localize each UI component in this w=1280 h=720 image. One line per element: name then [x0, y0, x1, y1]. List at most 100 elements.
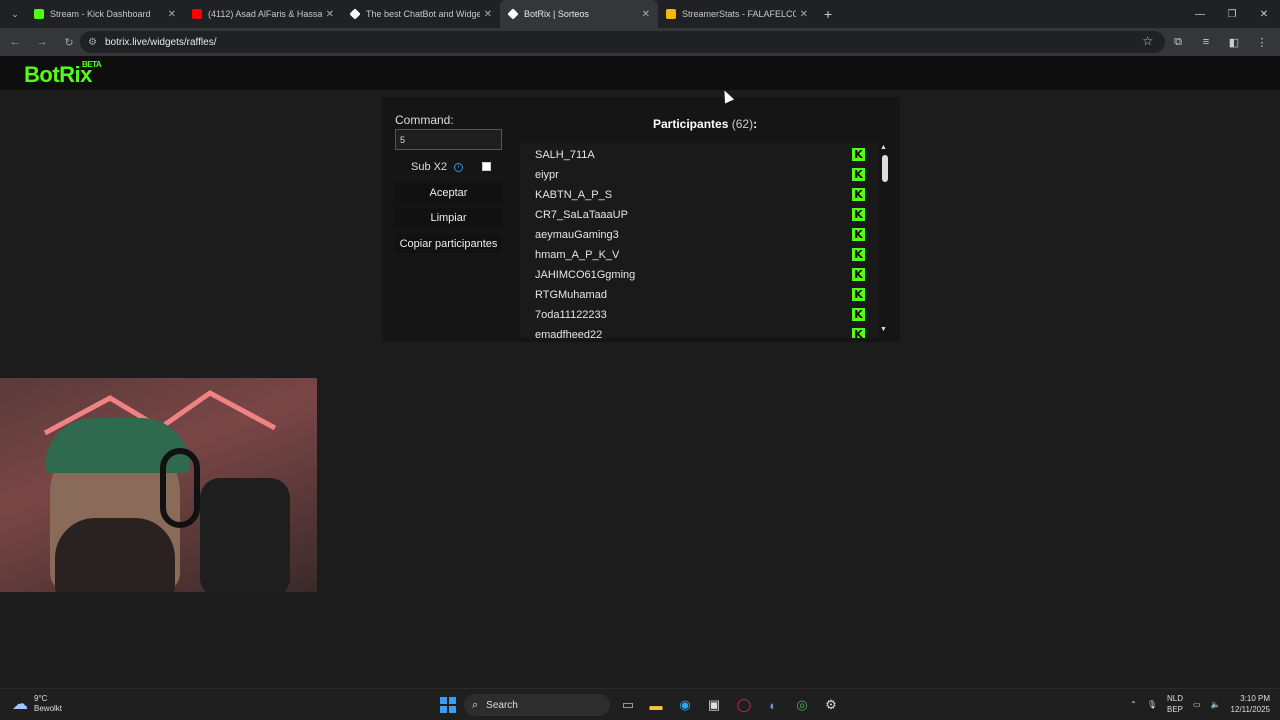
weather-desc: Bewolkt	[34, 704, 63, 713]
tab-botrix-raffles[interactable]: BotRix | Sorteos ✕	[500, 0, 658, 28]
windows-taskbar: ☁ 9°C Bewolkt ⌕ Search ▭ ▬ ◉ ▣ ◯ ◐ ◎ ⚙ ⌃…	[0, 688, 1280, 720]
participant-name: eiypr	[535, 169, 559, 181]
kick-platform-icon: K	[852, 208, 865, 221]
botrix-favicon-icon	[349, 8, 361, 20]
minimize-icon[interactable]: —	[1184, 0, 1216, 28]
new-tab-plus-icon[interactable]: +	[824, 6, 832, 22]
participants-title-suffix: :	[753, 117, 758, 131]
url-text[interactable]: botrix.live/widgets/raffles/	[105, 37, 217, 48]
menu-kebab-icon[interactable]: ⋮	[1250, 30, 1274, 54]
scrollbar-thumb[interactable]	[882, 155, 888, 182]
microsoft-store-icon[interactable]: ▣	[705, 696, 723, 714]
kick-platform-icon: K	[852, 248, 865, 261]
lang-bottom: BEP	[1167, 705, 1184, 714]
close-tab-icon[interactable]: ✕	[326, 9, 334, 20]
raffle-panel: Command: Sub X2 i Aceptar Limpiar Copiar…	[382, 97, 900, 342]
media-controls-icon[interactable]: ≡	[1194, 30, 1218, 54]
close-tab-icon[interactable]: ✕	[800, 9, 808, 20]
participant-name: hmam_A_P_K_V	[535, 249, 620, 261]
profile-icon[interactable]: ◧	[1222, 30, 1246, 54]
list-item[interactable]: eiypr K	[535, 165, 865, 185]
file-explorer-icon[interactable]: ▬	[647, 696, 665, 714]
gaming-chair	[200, 478, 290, 592]
discord-icon[interactable]: ◐	[764, 696, 782, 714]
network-icon[interactable]: ▭	[1193, 700, 1201, 709]
close-window-icon[interactable]: ✕	[1248, 0, 1280, 28]
streamerstats-favicon-icon	[666, 9, 676, 19]
sub-x2-option: Sub X2 i	[411, 161, 464, 173]
windows-start-icon[interactable]	[440, 697, 456, 713]
tab-search-icon[interactable]: ⌄	[4, 3, 26, 25]
chrome-icon[interactable]: ◎	[793, 696, 811, 714]
chevron-up-icon[interactable]: ⌃	[1130, 700, 1137, 709]
list-item[interactable]: hmam_A_P_K_V K	[535, 245, 865, 265]
task-view-icon[interactable]: ▭	[619, 696, 637, 714]
kick-favicon-icon	[34, 9, 44, 19]
clock-date: 12/11/2025	[1230, 705, 1270, 714]
list-item[interactable]: KABTN_A_P_S K	[535, 185, 865, 205]
list-item[interactable]: RTGMuhamad K	[535, 285, 865, 305]
site-info-icon[interactable]: ⚙	[88, 37, 97, 48]
info-icon[interactable]: i	[454, 162, 464, 172]
url-omnibox[interactable]: ⚙ botrix.live/widgets/raffles/ ☆	[80, 31, 1165, 53]
tab-kick-dashboard[interactable]: Stream - Kick Dashboard ✕	[26, 0, 184, 28]
tab-botrix-home[interactable]: The best ChatBot and Widgets ✕	[342, 0, 500, 28]
command-label: Command:	[395, 113, 454, 127]
taskbar-search[interactable]: ⌕ Search	[464, 694, 610, 716]
reload-icon[interactable]: ↻	[57, 30, 81, 54]
scroll-down-arrow-icon[interactable]: ▼	[880, 326, 887, 333]
weather-widget[interactable]: ☁ 9°C Bewolkt	[12, 694, 62, 714]
tab-streamerstats[interactable]: StreamerStats - FALAFELCO Pro ✕	[658, 0, 816, 28]
microphone-icon[interactable]: 🎙	[1147, 700, 1157, 709]
clock[interactable]: 3:10 PM 12/11/2025	[1231, 693, 1270, 715]
bookmark-star-icon[interactable]: ☆	[1142, 34, 1153, 48]
forward-arrow-icon[interactable]: →	[30, 30, 54, 54]
cloud-icon: ☁	[12, 696, 28, 713]
copy-participants-button[interactable]: Copiar participantes	[395, 234, 502, 253]
headset	[160, 448, 200, 528]
edge-browser-icon[interactable]: ◉	[676, 696, 694, 714]
participant-name: RTGMuhamad	[535, 289, 607, 301]
list-item[interactable]: emadfheed22 K	[535, 325, 865, 338]
accept-button[interactable]: Aceptar	[395, 183, 502, 202]
list-item[interactable]: JAHIMCO61Ggming K	[535, 265, 865, 285]
kick-platform-icon: K	[852, 268, 865, 281]
kick-platform-icon: K	[852, 228, 865, 241]
lang-top: NLD	[1167, 694, 1184, 703]
list-item[interactable]: CR7_SaLaTaaaUP K	[535, 205, 865, 225]
browser-tab-strip: ⌄ Stream - Kick Dashboard ✕ (4112) Asad …	[0, 0, 1280, 28]
opera-gx-icon[interactable]: ◯	[735, 696, 753, 714]
list-item[interactable]: SALH_711A K	[535, 145, 865, 165]
participants-list[interactable]: SALH_711A K eiypr K KABTN_A_P_S K CR7_SaLaT…	[520, 143, 878, 338]
botrix-favicon-icon	[507, 8, 519, 20]
address-bar-row: ← → ↻ ⚙ botrix.live/widgets/raffles/ ☆ ⧉…	[0, 28, 1280, 56]
system-tray: ⌃ 🎙 NLD BEP ▭ 🔈 3:10 PM 12/11/2025	[1120, 693, 1270, 715]
close-tab-icon[interactable]: ✕	[484, 9, 492, 20]
participant-name: KABTN_A_P_S	[535, 189, 613, 201]
command-input[interactable]	[395, 129, 502, 150]
scroll-up-arrow-icon[interactable]: ▲	[880, 144, 887, 151]
list-item[interactable]: aeymauGaming3 K	[535, 225, 865, 245]
tab-youtube[interactable]: (4112) Asad AlFaris & Hassan M ✕	[184, 0, 342, 28]
botrix-logo[interactable]: BotRix BETA	[24, 60, 102, 88]
extensions-puzzle-icon[interactable]: ⧉	[1166, 30, 1190, 54]
sub-x2-checkbox[interactable]	[482, 162, 491, 171]
kick-platform-icon: K	[852, 308, 865, 321]
clock-time: 3:10 PM	[1240, 694, 1270, 703]
language-indicator[interactable]: NLD BEP	[1167, 693, 1183, 715]
restore-icon[interactable]: ❐	[1216, 0, 1248, 28]
tab-title: StreamerStats - FALAFELCO Pro	[682, 9, 796, 19]
participant-name: JAHIMCO61Ggming	[535, 269, 636, 281]
youtube-favicon-icon	[192, 9, 202, 19]
kick-platform-icon: K	[852, 168, 865, 181]
app-gear-icon[interactable]: ⚙	[822, 696, 840, 714]
clear-button[interactable]: Limpiar	[395, 208, 502, 227]
back-arrow-icon[interactable]: ←	[3, 30, 27, 54]
kick-platform-icon: K	[852, 148, 865, 161]
tab-title: Stream - Kick Dashboard	[50, 9, 151, 19]
list-item[interactable]: 7oda11122233 K	[535, 305, 865, 325]
close-tab-icon[interactable]: ✕	[642, 9, 650, 20]
close-tab-icon[interactable]: ✕	[168, 9, 176, 20]
participants-count: (62)	[731, 117, 754, 131]
volume-icon[interactable]: 🔈	[1211, 700, 1221, 709]
